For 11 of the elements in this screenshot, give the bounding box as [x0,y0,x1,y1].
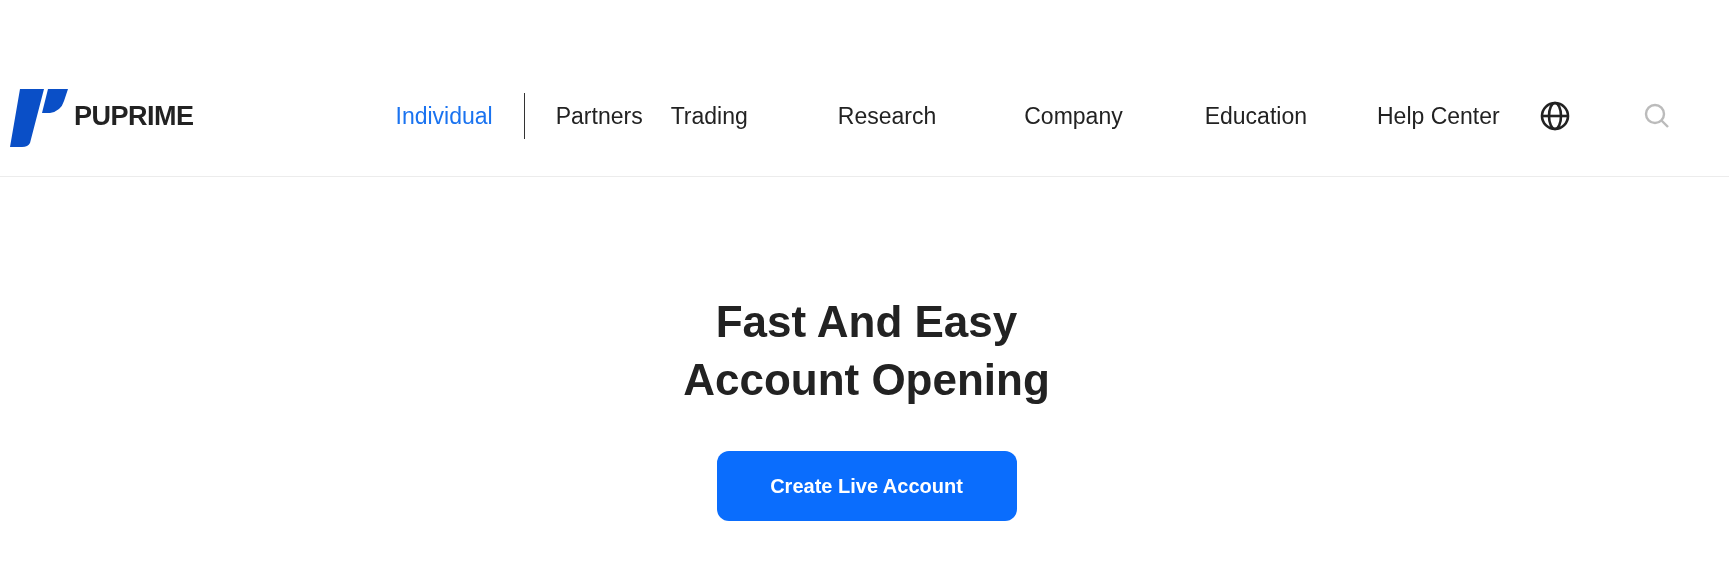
nav-link[interactable]: Education [1204,102,1307,130]
nav-link[interactable]: Help Center [1377,102,1500,130]
nav-link[interactable]: Individual [395,102,493,130]
nav-link[interactable]: Research [837,102,937,130]
hero-title: Fast And Easy Account Opening [683,296,1050,406]
create-account-button[interactable]: Create Live Account [716,451,1017,521]
nav-link[interactable]: Trading [670,102,748,130]
brand-name: PUPRIME [74,100,194,132]
nav-link[interactable]: Company [1024,102,1123,130]
nav-link[interactable]: Partners [555,102,643,130]
globe-icon[interactable] [1539,101,1570,131]
